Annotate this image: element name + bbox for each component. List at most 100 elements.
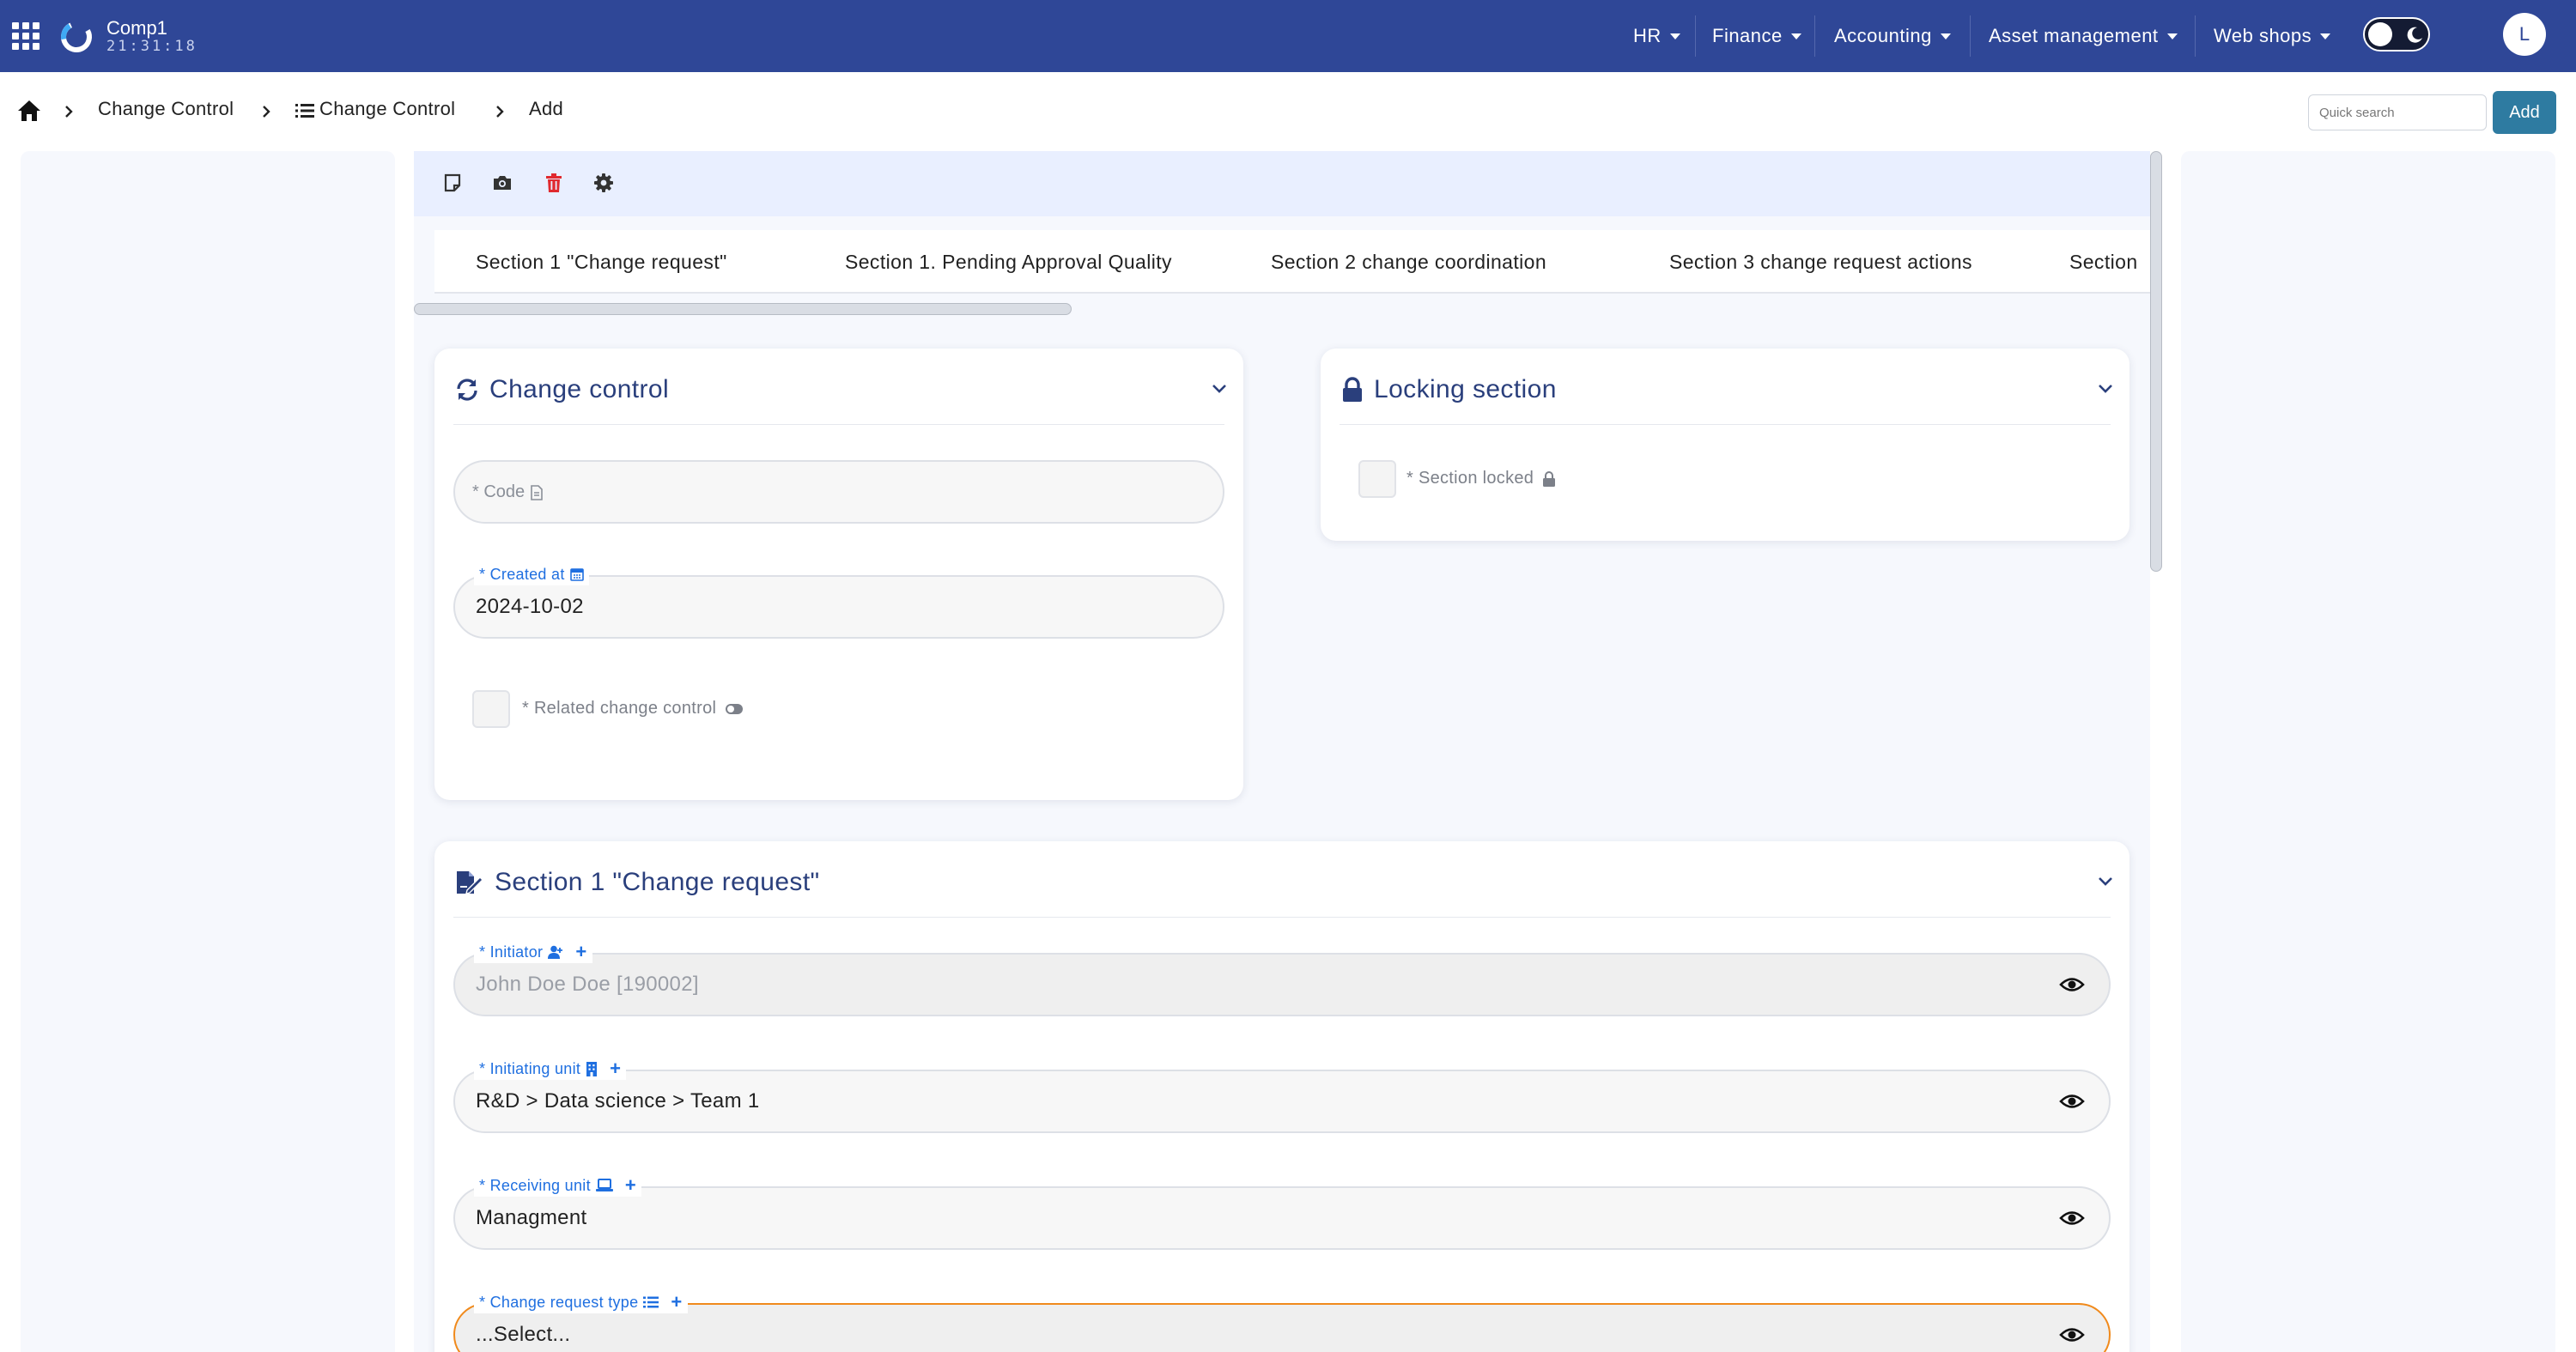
card-title: Section 1 "Change request" bbox=[495, 868, 820, 896]
chevron-down-icon[interactable] bbox=[1211, 383, 1228, 395]
locking-section-header[interactable]: Locking section bbox=[1341, 371, 1557, 409]
change-request-type-label: * Change request type + bbox=[474, 1291, 688, 1313]
moon-icon bbox=[2407, 27, 2422, 43]
note-icon[interactable] bbox=[441, 172, 464, 194]
breadcrumb-item-module[interactable]: Change Control bbox=[98, 98, 234, 120]
change-request-type-select[interactable]: ...Select... bbox=[453, 1303, 2111, 1352]
nav-menu-hr[interactable]: HR bbox=[1633, 0, 1680, 72]
section-locked-checkbox[interactable] bbox=[1358, 460, 1396, 498]
add-receiving-unit-button[interactable]: + bbox=[625, 1174, 636, 1197]
main-vertical-scrollbar[interactable] bbox=[2150, 151, 2162, 572]
nav-menu-accounting[interactable]: Accounting bbox=[1834, 0, 1951, 72]
tab-section-1-pending-approval-quality[interactable]: Section 1. Pending Approval Quality bbox=[845, 230, 1172, 292]
eye-icon[interactable] bbox=[2059, 1324, 2085, 1346]
caret-down-icon bbox=[2166, 33, 2178, 39]
add-initiating-unit-button[interactable]: + bbox=[610, 1058, 621, 1080]
clock: 21:31:18 bbox=[106, 38, 197, 55]
chevron-right-icon bbox=[263, 106, 270, 118]
breadcrumb-item-list[interactable]: Change Control bbox=[319, 98, 455, 120]
eye-icon[interactable] bbox=[2059, 1207, 2085, 1229]
apps-grid-icon[interactable] bbox=[12, 22, 39, 50]
nav-divider bbox=[1695, 15, 1696, 57]
tabs-horizontal-scrollbar[interactable] bbox=[414, 303, 1072, 315]
list-icon bbox=[643, 1296, 659, 1308]
lock-icon bbox=[1543, 470, 1556, 487]
tab-section-2-change-coordination[interactable]: Section 2 change coordination bbox=[1271, 230, 1546, 292]
logo-ring-icon[interactable] bbox=[58, 19, 94, 55]
building-icon bbox=[586, 1062, 598, 1076]
dark-mode-toggle[interactable] bbox=[2363, 17, 2430, 52]
user-icon bbox=[548, 945, 563, 959]
created-at-value: 2024-10-02 bbox=[476, 595, 584, 618]
section-1-change-request-card: Section 1 "Change request" John Doe Doe … bbox=[434, 841, 2129, 1352]
sync-icon bbox=[457, 379, 477, 401]
add-button[interactable]: Add bbox=[2493, 91, 2556, 134]
initiator-value: John Doe Doe [190002] bbox=[476, 973, 699, 996]
code-field[interactable]: * Code bbox=[453, 460, 1224, 524]
section-tabs: Section 1 "Change request" Section 1. Pe… bbox=[434, 230, 2150, 294]
initiating-unit-label: * Initiating unit + bbox=[474, 1058, 627, 1080]
top-navbar: Comp1 21:31:18 HR Finance Accounting Ass… bbox=[0, 0, 2576, 72]
right-side-panel bbox=[2181, 151, 2555, 1352]
initiating-unit-field[interactable]: R&D > Data science > Team 1 bbox=[453, 1070, 2111, 1133]
created-at-label: * Created at bbox=[474, 563, 589, 585]
nav-menu-web-shops[interactable]: Web shops bbox=[2214, 0, 2331, 72]
caret-down-icon bbox=[1790, 33, 1801, 39]
section-locked-label: * Section locked bbox=[1406, 469, 1556, 488]
chevron-down-icon[interactable] bbox=[2097, 876, 2114, 888]
receiving-unit-value: Managment bbox=[476, 1206, 587, 1229]
edit-document-icon bbox=[457, 871, 483, 894]
toggle-knob bbox=[2368, 22, 2392, 46]
home-icon[interactable] bbox=[17, 100, 41, 122]
eye-icon[interactable] bbox=[2059, 1090, 2085, 1113]
card-divider bbox=[1340, 424, 2111, 425]
tab-section-3-change-request-actions[interactable]: Section 3 change request actions bbox=[1669, 230, 1972, 292]
receiving-unit-field[interactable]: Managment bbox=[453, 1186, 2111, 1250]
gear-icon[interactable] bbox=[592, 172, 615, 194]
nav-divider bbox=[1814, 15, 1815, 57]
breadcrumb: Change Control Change Control Add bbox=[0, 72, 2576, 151]
breadcrumb-item-current: Add bbox=[529, 98, 564, 119]
related-change-control-checkbox[interactable] bbox=[472, 690, 510, 728]
laptop-icon bbox=[595, 1179, 613, 1191]
nav-menu-label: Accounting bbox=[1834, 25, 1932, 46]
nav-divider bbox=[1970, 15, 1971, 57]
tab-section-1-change-request[interactable]: Section 1 "Change request" bbox=[476, 230, 727, 292]
card-title: Locking section bbox=[1374, 375, 1557, 403]
lock-icon bbox=[1343, 377, 1362, 402]
card-divider bbox=[453, 424, 1224, 425]
list-icon bbox=[295, 104, 314, 118]
nav-divider bbox=[2195, 15, 2196, 57]
form-toolbar bbox=[414, 151, 2150, 216]
section-1-header[interactable]: Section 1 "Change request" bbox=[455, 864, 820, 901]
calendar-icon bbox=[569, 568, 584, 581]
chevron-right-icon bbox=[496, 106, 504, 118]
camera-icon[interactable] bbox=[491, 172, 513, 194]
toggle-icon bbox=[726, 703, 744, 714]
chevron-down-icon[interactable] bbox=[2097, 383, 2114, 395]
change-control-card: Change control * Code 2024-10-02 * Creat… bbox=[434, 349, 1243, 800]
chevron-right-icon bbox=[65, 106, 73, 118]
initiating-unit-value: R&D > Data science > Team 1 bbox=[476, 1089, 760, 1113]
company-name: Comp1 bbox=[106, 17, 167, 39]
initiator-field[interactable]: John Doe Doe [190002] bbox=[453, 953, 2111, 1016]
trash-icon[interactable] bbox=[543, 172, 565, 194]
left-side-panel bbox=[21, 151, 395, 1352]
change-request-type-value: ...Select... bbox=[476, 1323, 571, 1346]
file-icon bbox=[531, 484, 543, 500]
change-control-header[interactable]: Change control bbox=[455, 371, 669, 409]
related-change-control-label: * Related change control bbox=[522, 699, 744, 718]
user-avatar[interactable]: L bbox=[2503, 13, 2546, 56]
code-placeholder: * Code bbox=[472, 482, 544, 502]
nav-menu-finance[interactable]: Finance bbox=[1712, 0, 1801, 72]
add-change-request-type-button[interactable]: + bbox=[671, 1291, 682, 1313]
tab-section-more[interactable]: Section bbox=[2069, 230, 2138, 292]
quick-search-input[interactable] bbox=[2308, 94, 2487, 130]
add-initiator-button[interactable]: + bbox=[575, 941, 586, 963]
card-divider bbox=[453, 917, 2111, 918]
nav-menu-asset-management[interactable]: Asset management bbox=[1989, 0, 2178, 72]
eye-icon[interactable] bbox=[2059, 973, 2085, 996]
nav-menu-label: Finance bbox=[1712, 25, 1783, 46]
caret-down-icon bbox=[2320, 33, 2331, 39]
nav-menu-label: HR bbox=[1633, 25, 1662, 46]
